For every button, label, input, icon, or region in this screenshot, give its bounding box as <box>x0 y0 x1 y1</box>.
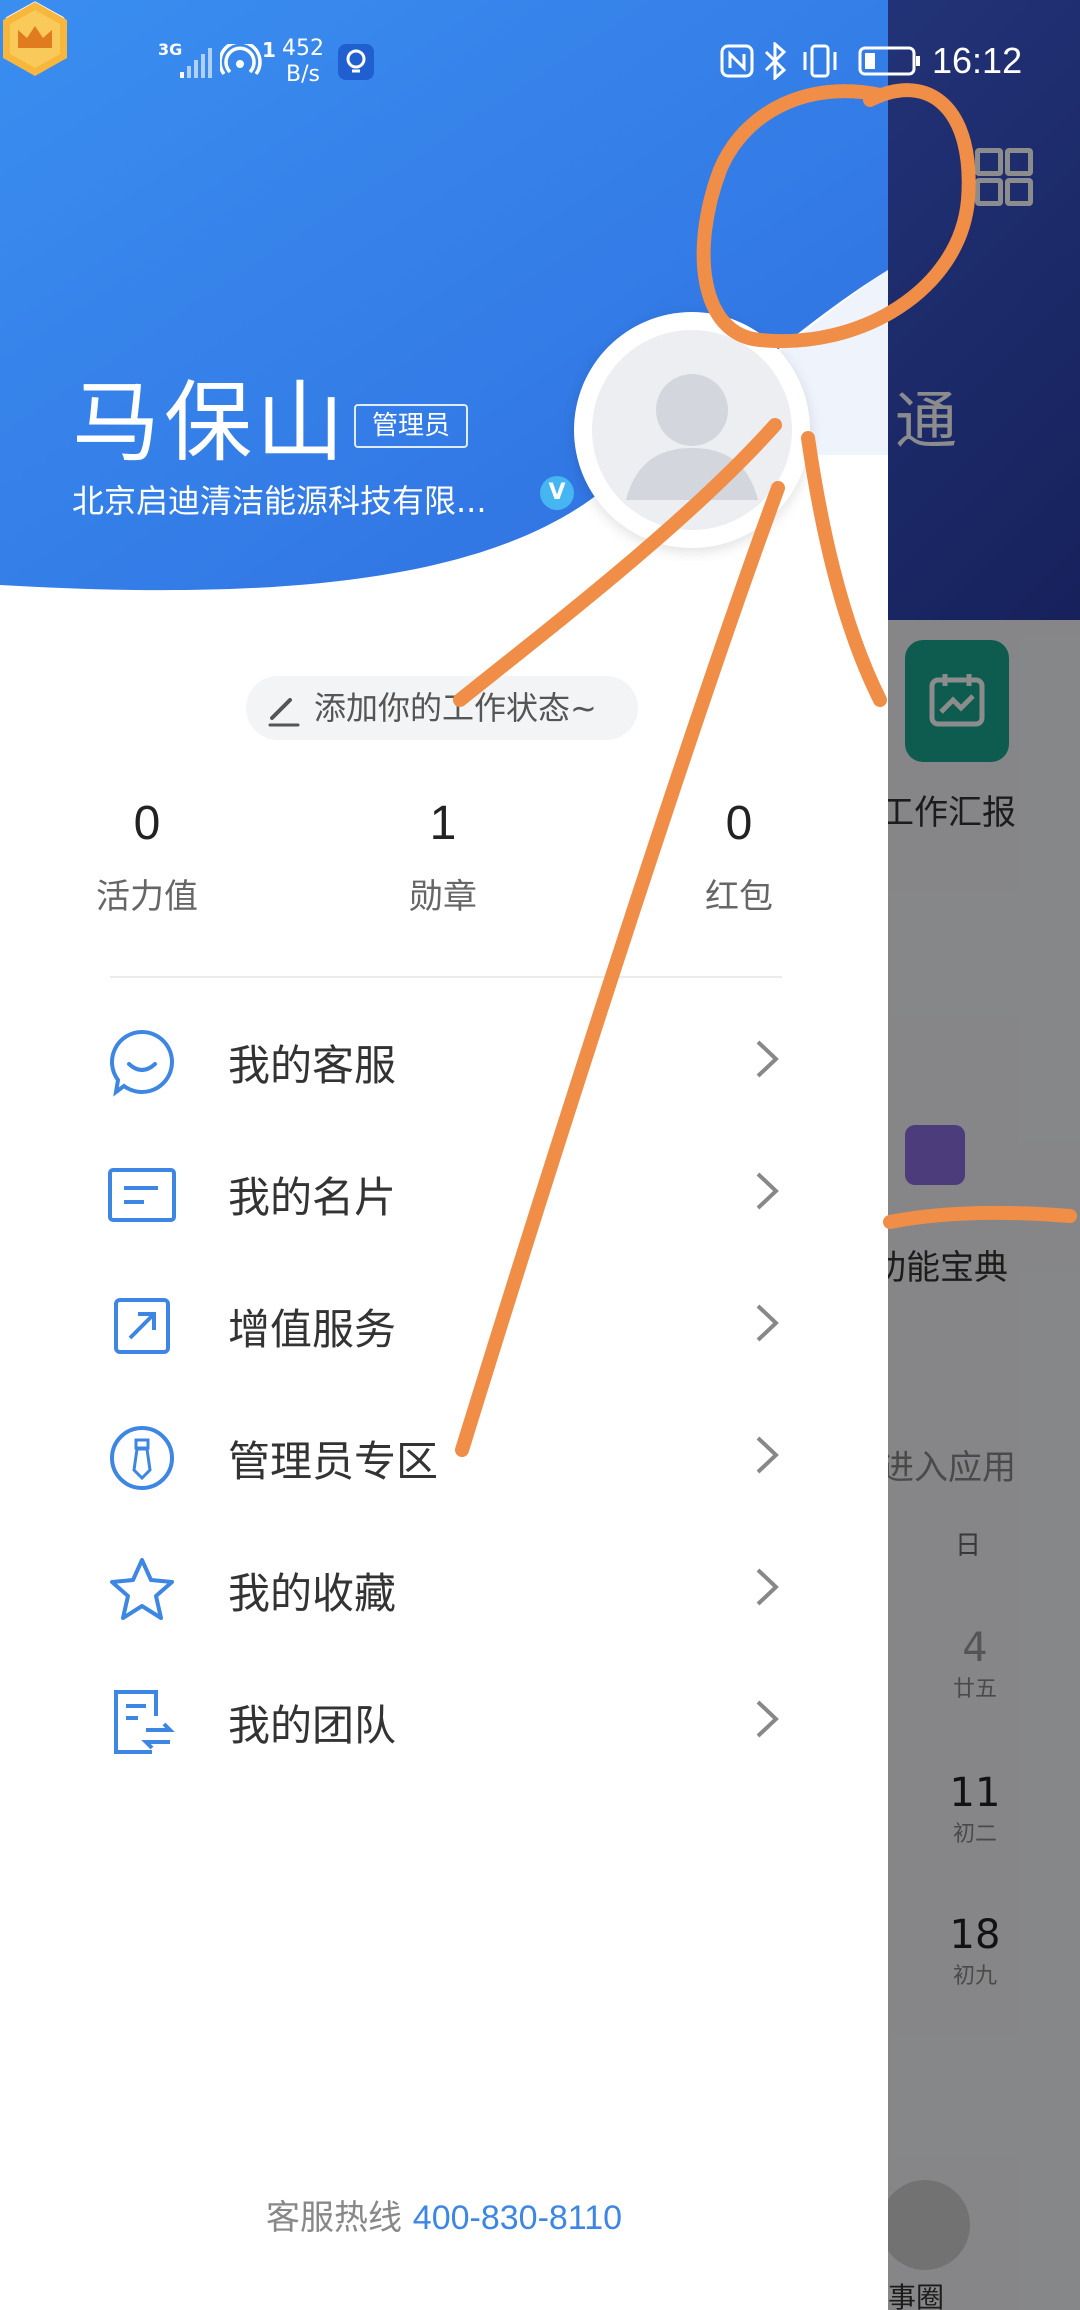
menu-label: 我的名片 <box>228 1173 397 1222</box>
hotspot-count: 1 <box>262 38 276 62</box>
stat-vitality[interactable]: 0 活力值 <box>47 796 247 918</box>
side-drawer: 马保山 管理员 北京启迪清洁能源科技有限... V 添加你的工作状态~ 0 活力… <box>0 0 888 2310</box>
menu-value-added[interactable]: 增值服务 <box>0 1258 888 1390</box>
hotline-label: 客服热线 <box>265 2198 402 2238</box>
nfc-icon <box>720 44 754 78</box>
business-card-icon <box>108 1168 176 1222</box>
chevron-right-icon <box>756 1568 779 1606</box>
stat-medals[interactable]: 1 勋章 <box>343 796 543 918</box>
work-status-label: 添加你的工作状态~ <box>314 689 597 727</box>
pencil-icon <box>268 698 300 727</box>
team-icon <box>114 1690 175 1754</box>
clock: 16:12 <box>932 40 1023 81</box>
company-name: 北京启迪清洁能源科技有限... <box>72 482 487 520</box>
menu-team[interactable]: 我的团队 <box>0 1654 888 1786</box>
status-bar: 3G 1 452 B/s 16:12 <box>0 0 1080 120</box>
hotline: 客服热线 400-830-8110 <box>0 2190 888 2239</box>
menu-label: 我的客服 <box>228 1041 397 1090</box>
verified-icon: V <box>540 476 574 510</box>
vibrate-icon <box>803 44 837 78</box>
chevron-right-icon <box>756 1436 779 1474</box>
menu-admin-zone[interactable]: 管理员专区 <box>0 1390 888 1522</box>
menu-label: 增值服务 <box>228 1305 397 1354</box>
hotspot-icon <box>220 44 262 76</box>
bluetooth-icon <box>764 42 787 80</box>
chevron-right-icon <box>756 1172 779 1210</box>
avatar[interactable] <box>574 312 810 548</box>
customer-service-icon <box>110 1029 174 1097</box>
chevron-right-icon <box>756 1040 779 1078</box>
network-type: 3G <box>158 40 183 59</box>
divider <box>110 976 782 978</box>
menu-label: 管理员专区 <box>228 1437 439 1486</box>
hotline-number[interactable]: 400-830-8110 <box>413 2199 622 2237</box>
menu-customer-service[interactable]: 我的客服 <box>0 994 888 1126</box>
chevron-right-icon <box>756 1304 779 1342</box>
menu-label: 我的收藏 <box>228 1569 397 1618</box>
network-speed: 452 B/s <box>282 36 324 87</box>
signal-icon <box>180 48 212 78</box>
screen: 通 工作汇报 功能宝典 进入应用 日 4 廿五 11 初二 18 初九 事圈 马… <box>0 0 1080 2310</box>
admin-tie-icon <box>110 1426 174 1490</box>
menu-favorites[interactable]: 我的收藏 <box>0 1522 888 1654</box>
user-name: 马保山 <box>72 371 349 474</box>
menu-business-card[interactable]: 我的名片 <box>0 1126 888 1258</box>
stat-red-packets[interactable]: 0 红包 <box>639 796 839 918</box>
user-placeholder-icon <box>592 330 792 530</box>
role-badge: 管理员 <box>354 404 469 448</box>
work-status-button[interactable]: 添加你的工作状态~ <box>246 676 638 740</box>
chevron-right-icon <box>756 1700 779 1738</box>
battery-icon <box>858 46 920 76</box>
star-icon <box>110 1558 174 1620</box>
menu-label: 我的团队 <box>228 1701 397 1750</box>
bulb-icon <box>338 44 374 80</box>
value-added-icon <box>114 1298 170 1354</box>
